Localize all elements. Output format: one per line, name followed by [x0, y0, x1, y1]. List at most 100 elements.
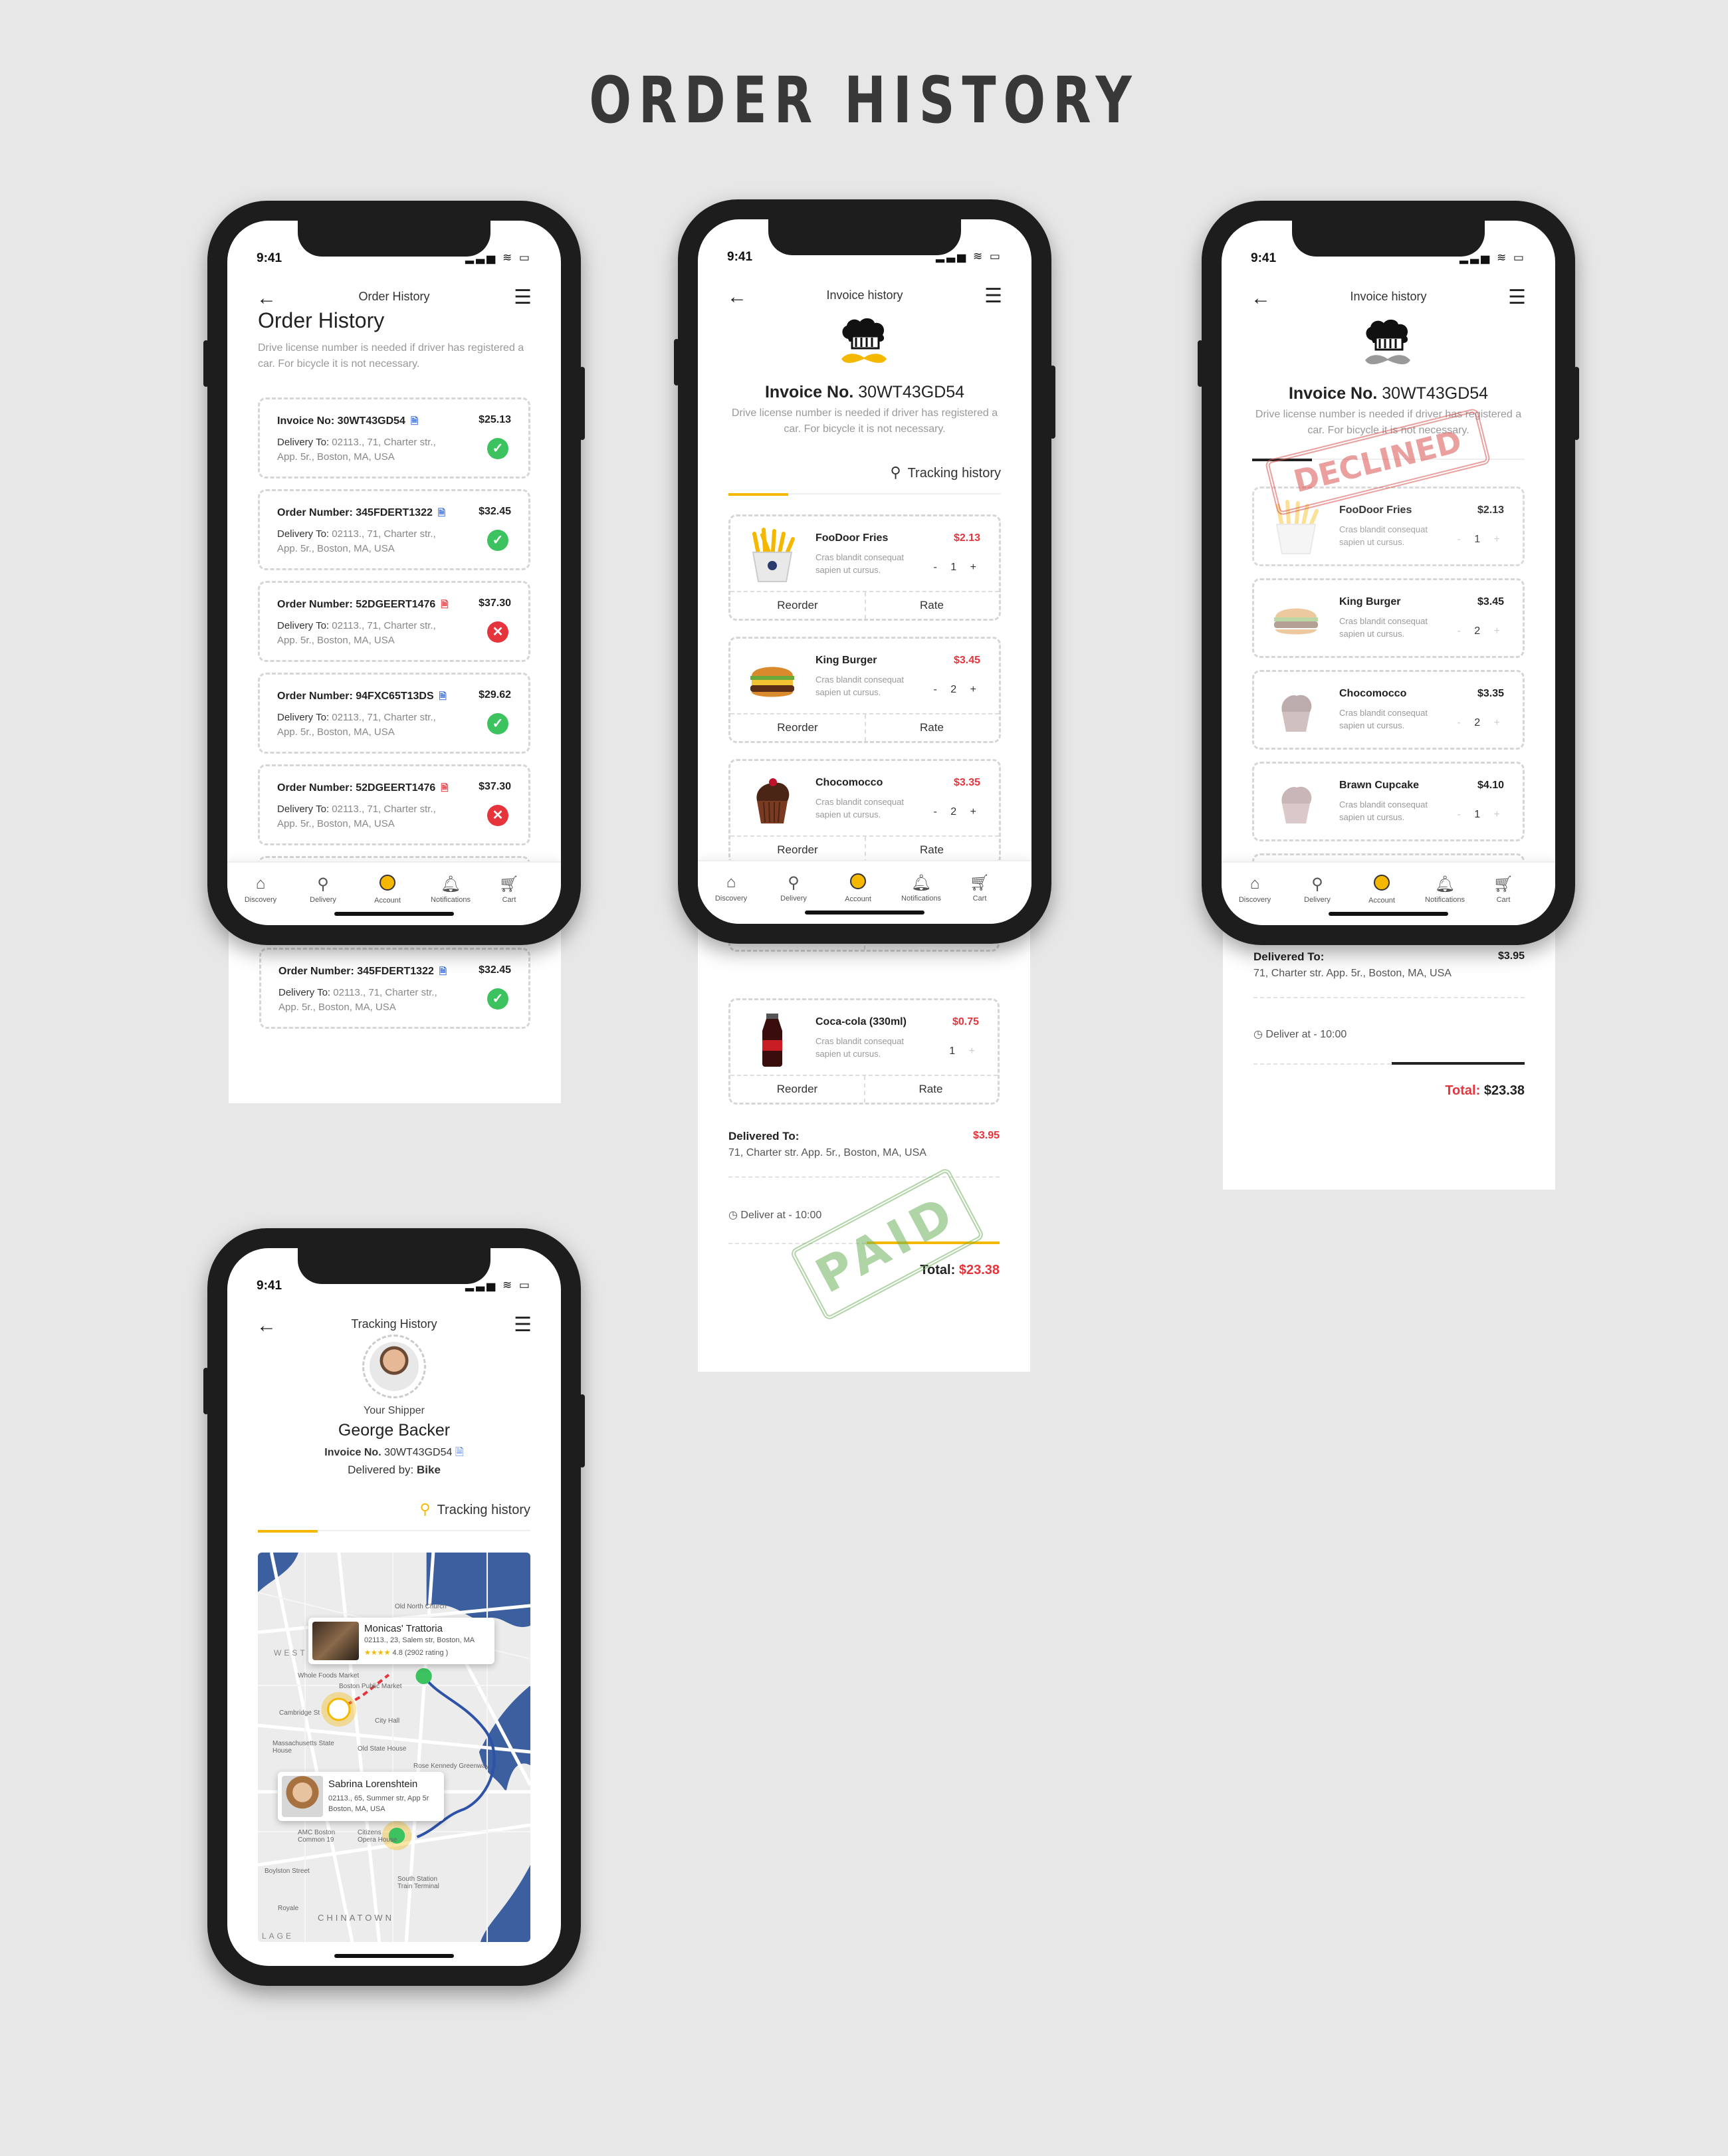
phone-invoice-paid: 9:41 ▂▃▅ ≋ ▭ ← Invoice history ☰ Invoice… [674, 199, 1055, 944]
status-time: 9:41 [257, 251, 282, 265]
item-name: Brawn Cupcake [1339, 780, 1420, 791]
order-card[interactable]: Order Number: 52DGEERT1476 🗎 $37.30 Deliv… [258, 581, 530, 662]
map-label: Old State House [358, 1745, 407, 1753]
clock-icon: ◷ [1253, 1029, 1266, 1040]
nav-title: Invoice history [1350, 290, 1427, 303]
order-price: $25.13 [479, 414, 511, 425]
restaurant-info-card[interactable]: Monicas' Trattoria 02113., 23, Salem str… [308, 1618, 494, 1664]
reorder-button[interactable]: Reorder [730, 843, 865, 857]
order-label: Order Number: 94FXC65T13DS [277, 691, 434, 702]
tab-delivery[interactable]: ⚲ Delivery [1291, 875, 1344, 904]
reorder-button[interactable]: Reorder [730, 1083, 864, 1096]
bell-icon: 🔔︎ [911, 874, 932, 892]
account-coin-icon [379, 875, 395, 891]
map-label: Cambridge St [279, 1709, 320, 1717]
tab-notifications[interactable]: 🔔︎ Notifications [1418, 875, 1471, 904]
item-price: $3.35 [1477, 688, 1504, 699]
tracking-history-link[interactable]: ⚲ Tracking history [419, 1501, 530, 1518]
customer-avatar [282, 1776, 323, 1817]
item-name: FooDoor Fries [1339, 504, 1412, 516]
invoice-declined-extension: Delivered To: $3.95 71, Charter str. App… [1223, 911, 1555, 1190]
map-label: Citizens Opera House [358, 1829, 397, 1844]
map-label: Boylston Street [265, 1868, 310, 1875]
delivered-by: Delivered by: Bike [348, 1463, 441, 1476]
map-label: City Hall [375, 1717, 400, 1725]
item-name: Chocomocco [1339, 688, 1407, 699]
store-icon: ⌂ [726, 873, 736, 891]
tab-notifications[interactable]: 🔔︎ Notifications [895, 873, 948, 903]
item-price: $3.45 [1477, 596, 1504, 607]
item-price: $3.35 [953, 777, 980, 788]
menu-icon[interactable]: ☰ [1508, 286, 1526, 309]
quantity-stepper[interactable]: - 1 + [1458, 534, 1505, 546]
tab-bar: ⌂ Discovery ⚲ Delivery Account 🔔︎ Notificat… [227, 861, 561, 924]
tab-delivery[interactable]: ⚲ Delivery [296, 875, 350, 904]
rate-button[interactable]: Rate [865, 843, 999, 857]
delivery-fee: $3.95 [972, 1130, 1000, 1141]
cart-icon: 🛒︎ [969, 874, 990, 892]
quantity-stepper[interactable]: - 2 + [1458, 717, 1505, 729]
rate-button[interactable]: Rate [864, 1083, 998, 1096]
document-icon: 🗎 [410, 415, 419, 426]
tab-account[interactable]: Account [361, 875, 414, 905]
phone-tracking-history: 9:41 ▂▃▅ ≋ ▭ ← Tracking History ☰ Your S… [203, 1228, 585, 1986]
quantity-stepper[interactable]: 1 + [949, 1045, 980, 1057]
phone-invoice-declined: 9:41 ▂▃▅ ≋ ▭ ← Invoice history ☰ Invoice… [1198, 201, 1579, 945]
item-description: Cras blandit consequat sapien ut cursus. [1339, 524, 1428, 547]
shipper-label: Your Shipper [364, 1405, 425, 1416]
bell-icon: 🔔︎ [440, 875, 461, 893]
item-description: Cras blandit consequat sapien ut cursus. [815, 675, 904, 697]
rate-button[interactable]: Rate [865, 599, 999, 612]
tab-delivery[interactable]: ⚲ Delivery [767, 873, 820, 903]
deliver-at: ◷ Deliver at - 10:00 [728, 1210, 822, 1221]
order-price: $32.45 [479, 506, 511, 517]
tab-account[interactable]: Account [831, 873, 885, 903]
order-card[interactable]: Order Number: 345FDERT1322 🗎 $32.45 Deliv… [259, 948, 530, 1029]
order-card[interactable]: Order Number: 94FXC65T13DS 🗎 $29.62 Deliv… [258, 673, 530, 754]
rate-button[interactable]: Rate [865, 721, 999, 734]
order-card[interactable]: Invoice No: 30WT43GD54 🗎 $25.13 Delivery … [258, 397, 530, 479]
item-name: Coca-cola (330ml) [815, 1016, 907, 1027]
bell-icon: 🔔︎ [1434, 875, 1456, 893]
item-name: King Burger [815, 655, 877, 666]
order-label: Order Number: 345FDERT1322 [277, 507, 433, 518]
item-name: Chocomocco [815, 777, 883, 788]
shipper-avatar [362, 1335, 426, 1398]
quantity-stepper[interactable]: - 2 + [1458, 625, 1505, 637]
tracking-history-link[interactable]: ⚲ Tracking history [890, 464, 1001, 481]
tab-cart[interactable]: 🛒︎ Cart [1477, 875, 1530, 904]
item-card: King Burger $3.45 Cras blandit consequat… [728, 637, 1001, 743]
quantity-stepper[interactable]: - 1 + [934, 562, 982, 574]
tab-cart[interactable]: 🛒︎ Cart [483, 875, 536, 904]
item-card: Brawn Cupcake $4.10 Cras blandit consequ… [1252, 762, 1525, 841]
item-name: King Burger [1339, 596, 1401, 607]
quantity-stepper[interactable]: - 2 + [934, 806, 982, 818]
order-card[interactable]: Order Number: 52DGEERT1476 🗎 $37.30 Deliv… [258, 764, 530, 845]
item-card: Chocomocco $3.35 Cras blandit consequat … [1252, 670, 1525, 750]
tab-account[interactable]: Account [1355, 875, 1408, 905]
chef-logo-icon [841, 318, 887, 364]
menu-icon[interactable]: ☰ [984, 284, 1002, 308]
item-card: Chocomocco $3.35 Cras blandit consequat … [728, 759, 1001, 865]
tab-cart[interactable]: 🛒︎ Cart [953, 873, 1006, 903]
quantity-stepper[interactable]: - 2 + [934, 684, 982, 696]
tab-discovery[interactable]: ⌂ Discovery [234, 875, 287, 904]
order-card[interactable]: Order Number: 345FDERT1322 🗎 $32.45 Deliv… [258, 489, 530, 570]
tab-notifications[interactable]: 🔔︎ Notifications [424, 875, 477, 904]
account-coin-icon [850, 873, 866, 889]
invoice-paid-extension: ReorderRate Coca-cola (330ml) $0.75 Cras… [698, 904, 1030, 1372]
menu-icon[interactable]: ☰ [514, 286, 532, 309]
invoice-total: Total: $23.38 [1445, 1083, 1525, 1098]
map-label: CHINATOWN [318, 1913, 394, 1923]
reorder-button[interactable]: Reorder [730, 599, 865, 612]
check-icon: ✓ [487, 713, 508, 734]
reorder-button[interactable]: Reorder [730, 721, 865, 734]
cupcake-icon [1281, 695, 1312, 732]
tracking-map[interactable]: WEST CHINATOWN LAGE Cambridge St Old Nor… [258, 1553, 530, 1942]
quantity-stepper[interactable]: - 1 + [1458, 809, 1505, 821]
tab-discovery[interactable]: ⌂ Discovery [1228, 875, 1281, 904]
customer-info-card[interactable]: Sabrina Lorenshtein 02113., 65, Summer s… [278, 1772, 444, 1821]
tab-discovery[interactable]: ⌂ Discovery [704, 873, 758, 903]
item-description: Cras blandit consequat sapien ut cursus. [815, 797, 904, 819]
menu-icon[interactable]: ☰ [514, 1313, 532, 1337]
